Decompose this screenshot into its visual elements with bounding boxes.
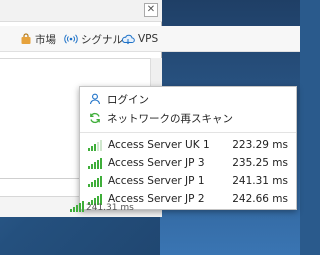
connection-status-icon[interactable]	[70, 201, 84, 212]
server-item[interactable]: Access Server UK 1 223.29 ms	[80, 137, 296, 155]
broadcast-icon	[64, 34, 78, 44]
signal-strength-icon	[88, 140, 102, 151]
signal-button[interactable]: シグナル	[64, 31, 123, 47]
cloud-icon	[121, 34, 135, 45]
window-title-bar: ✕	[0, 0, 162, 22]
vps-button[interactable]: VPS	[121, 31, 158, 47]
signal-strength-icon	[88, 158, 102, 169]
rescan-menu-item[interactable]: ネットワークの再スキャン	[80, 108, 296, 128]
user-icon	[89, 93, 101, 105]
server-item[interactable]: Access Server JP 3 235.25 ms	[80, 155, 296, 173]
server-name: Access Server JP 3	[108, 157, 205, 169]
connection-menu: ログイン ネットワークの再スキャン Access Server UK 1 223…	[79, 86, 297, 210]
bag-icon	[21, 33, 31, 44]
server-ping: 223.29 ms	[232, 139, 288, 151]
signal-strength-icon	[88, 176, 102, 187]
server-item-selected[interactable]: Access Server JP 1 241.31 ms	[80, 173, 296, 191]
login-label: ログイン	[107, 93, 149, 106]
server-name: Access Server UK 1	[108, 139, 210, 151]
signal-label: シグナル	[81, 33, 123, 46]
login-menu-item[interactable]: ログイン	[80, 89, 296, 109]
vps-label: VPS	[138, 33, 159, 45]
server-name: Access Server JP 1	[108, 175, 205, 187]
server-ping: 242.66 ms	[232, 193, 288, 205]
connection-ping-text: 241.31 ms	[86, 203, 134, 213]
market-button[interactable]: 市場	[20, 31, 56, 47]
server-ping: 241.31 ms	[232, 175, 288, 187]
toolbar: 市場 シグナル VPS	[0, 26, 300, 52]
refresh-icon	[90, 112, 100, 124]
rescan-label: ネットワークの再スキャン	[107, 112, 233, 125]
menu-divider	[80, 132, 296, 133]
server-ping: 235.25 ms	[232, 157, 288, 169]
close-icon[interactable]: ✕	[144, 3, 158, 17]
market-label: 市場	[35, 33, 56, 46]
